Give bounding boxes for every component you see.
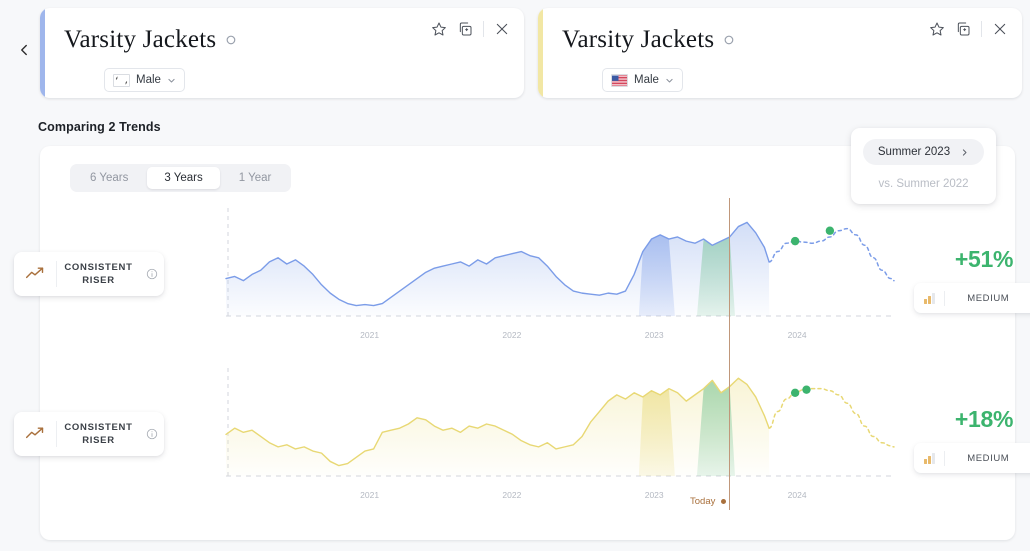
close-icon[interactable] <box>992 21 1008 37</box>
gender-label-2: Male <box>634 74 659 86</box>
trend-comparison-panel: 6 Years 3 Years 1 Year CONSISTENT RISER <box>14 146 1030 540</box>
tab-1-year[interactable]: 1 Year <box>222 167 289 189</box>
search-icon[interactable] <box>723 34 736 47</box>
gender-label-1: Male <box>136 74 161 86</box>
confidence-level-2: MEDIUM <box>967 452 1010 464</box>
tab-6-years[interactable]: 6 Years <box>73 167 145 189</box>
trend-row-2: CONSISTENT RISER 2021 2022 2023 2024 +18% <box>14 358 1030 518</box>
trend-chart-2[interactable] <box>225 366 895 486</box>
badge-line-2: RISER <box>82 435 115 446</box>
season-compare-label: vs. Summer 2022 <box>878 178 969 190</box>
info-icon <box>146 428 158 440</box>
trend-badge-1[interactable]: CONSISTENT RISER <box>14 252 164 296</box>
card-accent-bar <box>40 8 45 98</box>
trend-cards: Varsity Jackets Male Varsity Jackets Mal… <box>40 8 1022 98</box>
info-icon <box>146 268 158 280</box>
confidence-divider <box>943 290 945 306</box>
chevron-down-icon <box>666 78 673 82</box>
today-dot-icon <box>721 499 727 504</box>
season-current-label: Summer 2023 <box>877 146 951 158</box>
percent-change-2: +18% <box>954 406 1014 432</box>
card-title-row: Varsity Jackets <box>64 26 238 54</box>
xaxis-tick: 2021 <box>360 490 380 500</box>
percent-change-1: +51% <box>954 246 1014 272</box>
card-accent-bar <box>538 8 543 98</box>
today-marker-label: Today <box>690 496 727 507</box>
country-gender-selector-2[interactable]: Male <box>602 68 683 92</box>
star-icon[interactable] <box>431 21 447 37</box>
badge-line-1: CONSISTENT <box>64 262 133 273</box>
confidence-level-1: MEDIUM <box>967 292 1010 304</box>
close-icon[interactable] <box>494 21 510 37</box>
app-root: Varsity Jackets Male Varsity Jackets Mal… <box>0 0 1030 551</box>
chart-xaxis-2: 2021 2022 2023 2024 <box>226 490 894 504</box>
back-button[interactable] <box>10 36 38 64</box>
today-marker-line <box>729 198 730 510</box>
card-header-actions-2 <box>929 21 1008 37</box>
add-to-board-icon[interactable] <box>955 21 971 37</box>
page-title: Varsity Jackets <box>64 26 217 53</box>
chevron-down-icon <box>168 78 175 82</box>
season-current-button[interactable]: Summer 2023 <box>863 139 984 165</box>
star-icon[interactable] <box>929 21 945 37</box>
badge-label-1: CONSISTENT RISER <box>57 261 140 287</box>
trend-metric-2: +18% MEDIUM <box>914 406 1030 473</box>
country-gender-selector-1[interactable]: Male <box>104 68 185 92</box>
xaxis-tick: 2023 <box>644 490 664 500</box>
signal-bars-icon <box>924 452 935 464</box>
confidence-divider <box>943 450 945 466</box>
badge-label-2: CONSISTENT RISER <box>57 421 140 447</box>
header-divider <box>483 21 484 37</box>
badge-line-2: RISER <box>82 275 115 286</box>
time-range-tabs: 6 Years 3 Years 1 Year <box>70 164 292 192</box>
trend-card-1[interactable]: Varsity Jackets Male <box>40 8 524 98</box>
tab-3-years[interactable]: 3 Years <box>147 167 220 189</box>
confidence-badge-1[interactable]: MEDIUM <box>914 283 1030 313</box>
card-title-row: Varsity Jackets <box>562 26 736 54</box>
trend-row-1: CONSISTENT RISER 2021 2022 2023 2024 +51% <box>14 198 1030 358</box>
chart-svg-1 <box>225 208 895 317</box>
signal-bars-icon <box>924 292 935 304</box>
trend-metric-1: +51% MEDIUM <box>914 246 1030 313</box>
header-divider <box>981 21 982 37</box>
xaxis-tick: 2021 <box>360 330 380 340</box>
trending-up-icon <box>14 264 56 284</box>
badge-info-button-1[interactable] <box>140 268 164 280</box>
xaxis-tick: 2022 <box>502 330 522 340</box>
season-selector: Summer 2023 vs. Summer 2022 <box>851 128 996 204</box>
xaxis-tick: 2023 <box>644 330 664 340</box>
chart-svg-2 <box>225 368 895 477</box>
search-icon[interactable] <box>225 34 238 47</box>
comparing-label: Comparing 2 Trends <box>38 120 161 134</box>
today-label-text: Today <box>690 496 716 507</box>
chart-xaxis-1: 2021 2022 2023 2024 <box>226 330 894 344</box>
card-header-actions-1 <box>431 21 510 37</box>
trend-badge-2[interactable]: CONSISTENT RISER <box>14 412 164 456</box>
flag-south-korea-icon <box>113 73 130 87</box>
badge-line-1: CONSISTENT <box>64 422 133 433</box>
page-title: Varsity Jackets <box>562 26 715 53</box>
chevron-right-icon <box>962 148 967 156</box>
xaxis-tick: 2022 <box>502 490 522 500</box>
trend-chart-1[interactable] <box>225 206 895 326</box>
flag-united-states-icon <box>611 73 628 87</box>
chevron-left-icon <box>21 44 27 56</box>
xaxis-tick: 2024 <box>787 490 807 500</box>
add-to-board-icon[interactable] <box>457 21 473 37</box>
trend-card-2[interactable]: Varsity Jackets Male <box>538 8 1022 98</box>
badge-info-button-2[interactable] <box>140 428 164 440</box>
xaxis-tick: 2024 <box>787 330 807 340</box>
confidence-badge-2[interactable]: MEDIUM <box>914 443 1030 473</box>
trending-up-icon <box>14 424 56 444</box>
